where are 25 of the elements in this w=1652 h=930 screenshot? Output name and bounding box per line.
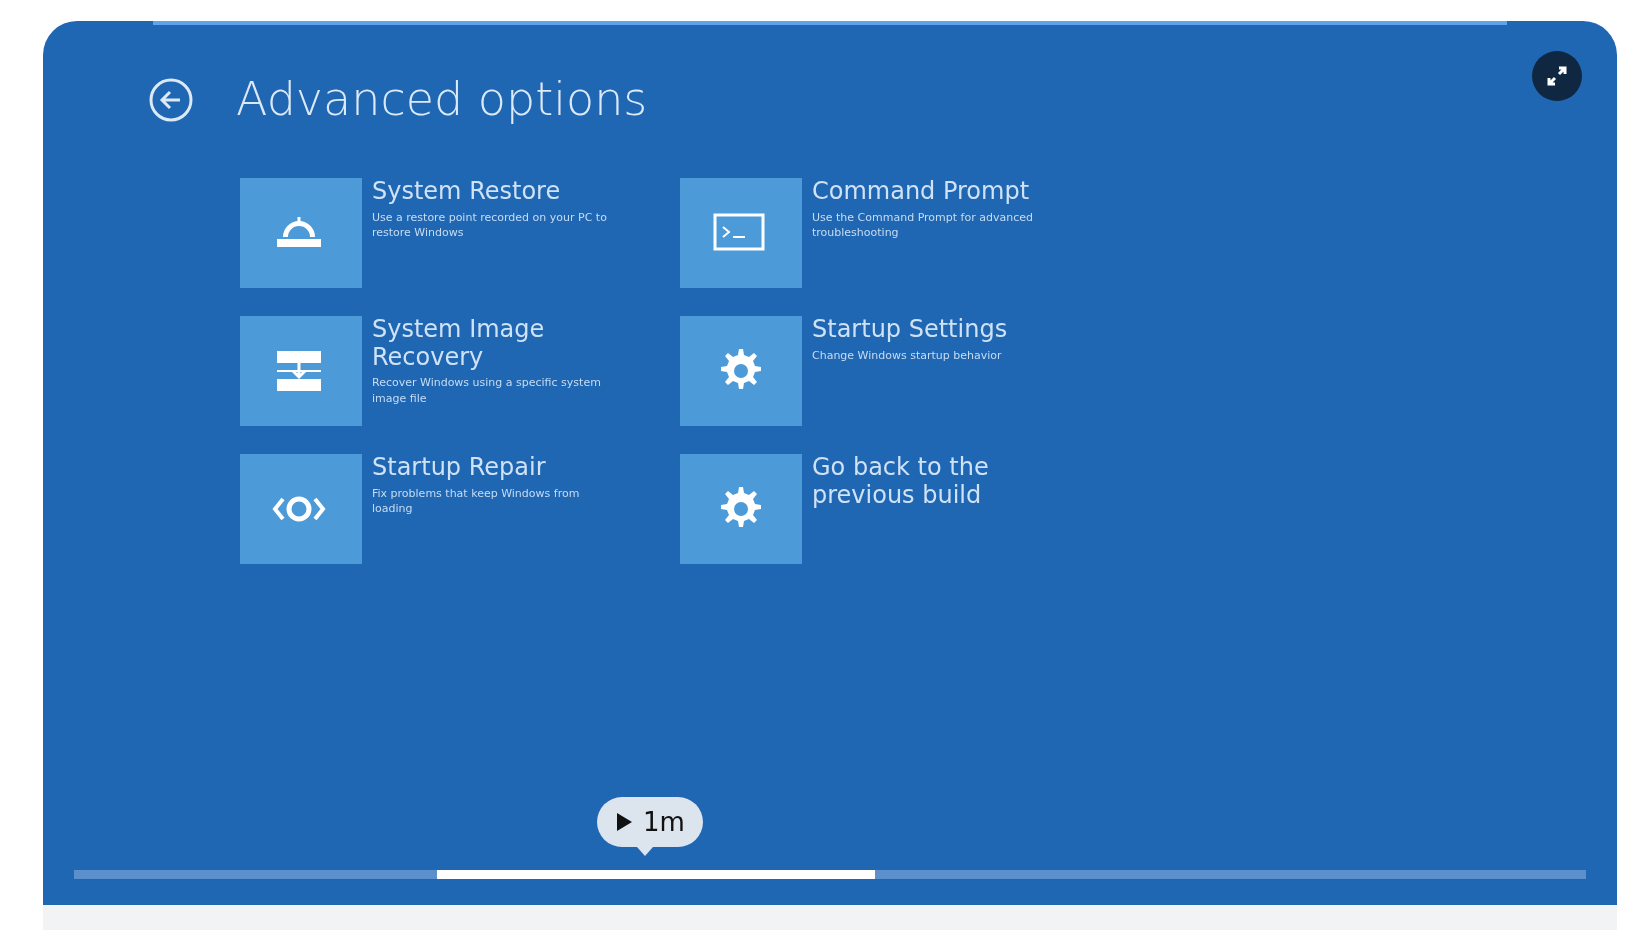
option-title: Startup Settings xyxy=(812,316,1009,344)
option-tile[interactable] xyxy=(680,454,802,564)
option-tile[interactable] xyxy=(680,316,802,426)
screen-title: Advanced options xyxy=(236,71,648,128)
option-description: Use the Command Prompt for advanced troubleshooting xyxy=(812,209,1034,241)
option-description: Fix problems that keep Windows from loading xyxy=(372,485,581,517)
option-title: System Restore xyxy=(372,178,562,206)
option-tile[interactable] xyxy=(240,454,362,564)
option-tile[interactable] xyxy=(680,178,802,288)
play-button[interactable]: 1m xyxy=(597,797,703,847)
play-icon xyxy=(615,812,633,832)
back-icon[interactable] xyxy=(148,76,194,123)
option-title: Command Prompt xyxy=(812,178,1031,206)
option-title: Startup Repair xyxy=(372,454,547,482)
option-title: Go back to the previous build xyxy=(812,454,990,510)
fullscreen-button[interactable] xyxy=(1532,51,1582,101)
option-description: Recover Windows using a specific system image file xyxy=(372,375,602,406)
option-description: Use a restore point recorded on your PC to restore Windows xyxy=(372,209,608,241)
option-title: System Image Recovery xyxy=(372,316,546,372)
fullscreen-icon xyxy=(1545,64,1569,88)
option-description: Change Windows startup behavior xyxy=(812,347,1003,363)
option-tile[interactable] xyxy=(240,316,362,426)
tooltip-pointer xyxy=(637,847,653,856)
option-tile[interactable] xyxy=(240,178,362,288)
progress-track[interactable] xyxy=(74,870,1586,879)
